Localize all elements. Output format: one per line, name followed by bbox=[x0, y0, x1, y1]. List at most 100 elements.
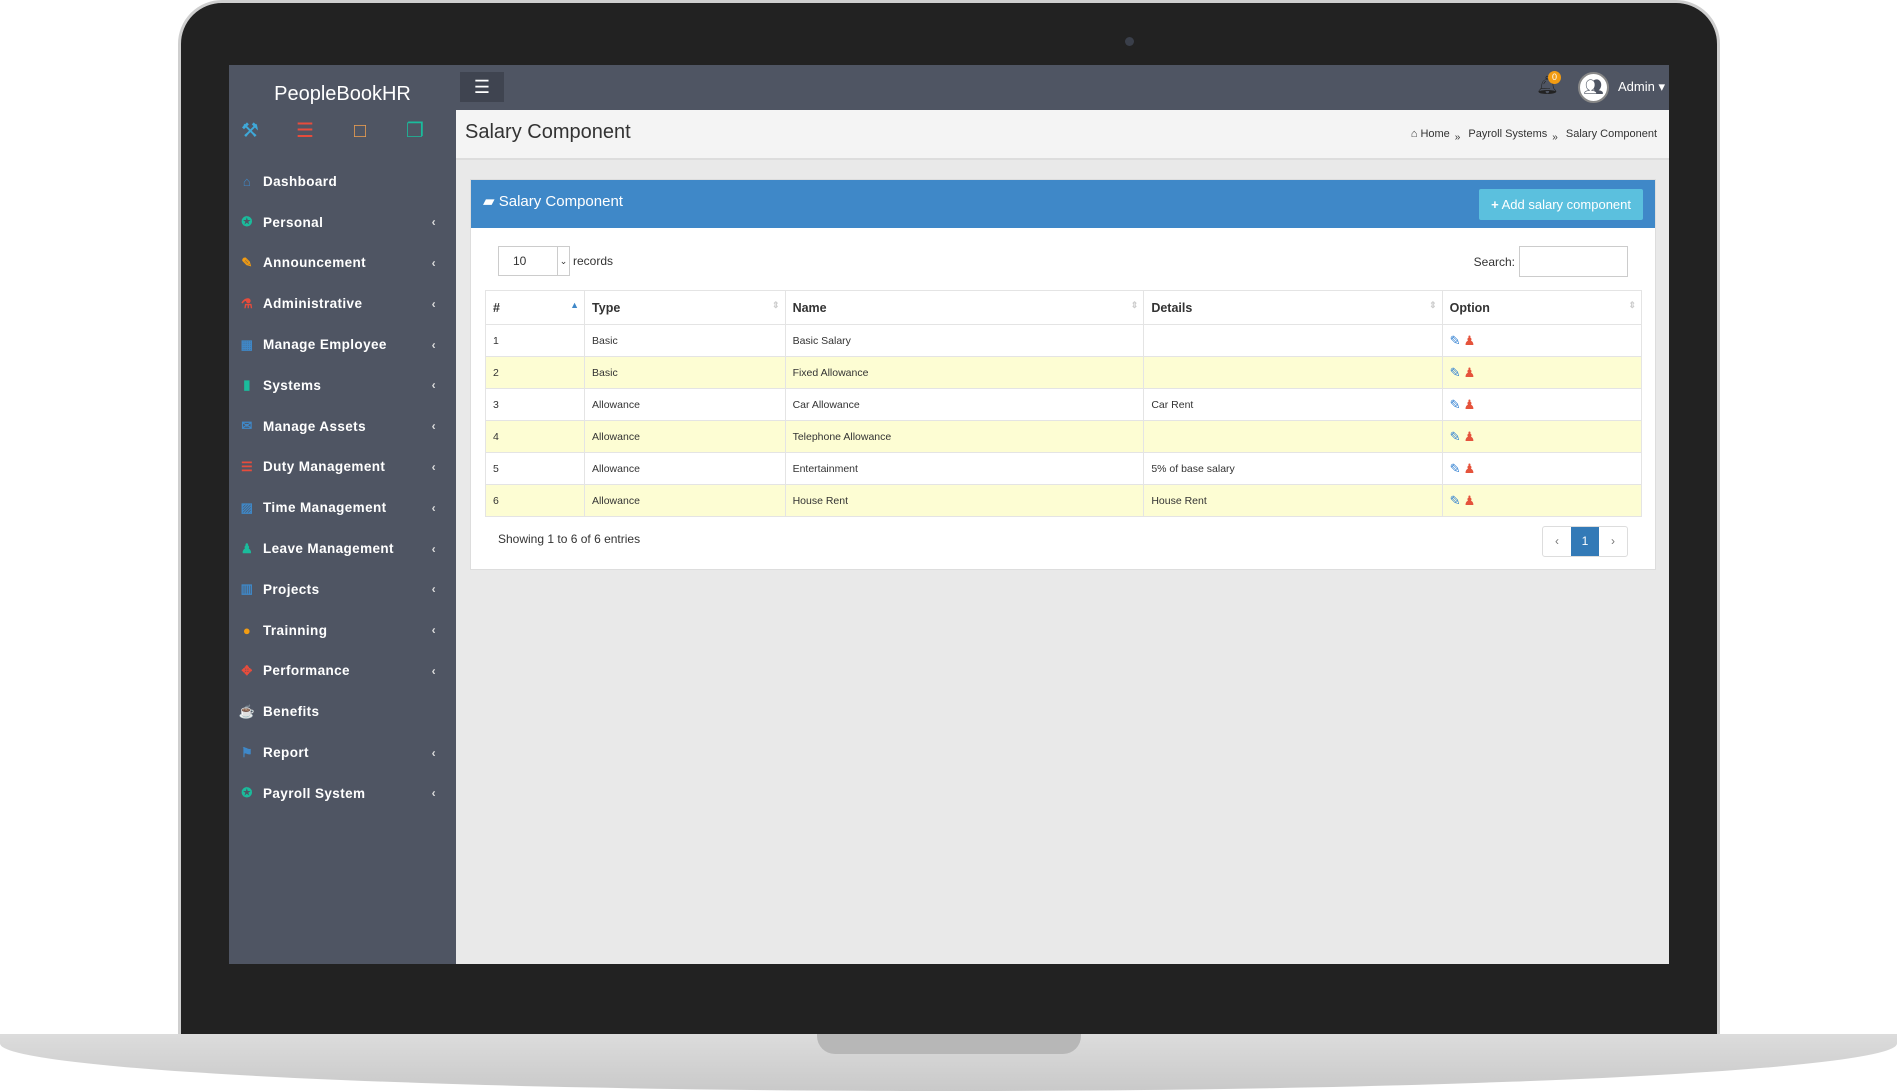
home-icon: ⌂ bbox=[1410, 128, 1418, 140]
column-label: Option bbox=[1449, 300, 1490, 315]
table-info: Showing 1 to 6 of 6 entries bbox=[498, 532, 641, 546]
flag-icon: ⚑ bbox=[240, 744, 254, 760]
delete-user-icon[interactable]: ♟ bbox=[1464, 493, 1476, 508]
sort-icon: ▲ bbox=[570, 300, 580, 310]
search-input[interactable] bbox=[1519, 246, 1628, 277]
edit-icon[interactable]: ✎ bbox=[1450, 429, 1461, 444]
sidebar-item-administrative[interactable]: ⚗ Administrative ‹ bbox=[229, 283, 456, 324]
sidebar-item-label: Announcement bbox=[263, 255, 367, 271]
chevron-left-icon: ‹ bbox=[431, 378, 436, 393]
delete-user-icon[interactable]: ♟ bbox=[1464, 333, 1476, 348]
column-header-type[interactable]: Type ⇕ bbox=[584, 290, 786, 325]
column-header-name[interactable]: Name ⇕ bbox=[784, 290, 1145, 325]
menu-toggle-button[interactable]: ☰ bbox=[460, 72, 504, 102]
sidebar-item-announcement[interactable]: ✎ Announcement ‹ bbox=[229, 243, 456, 284]
breadcrumb-home[interactable]: Home bbox=[1420, 128, 1449, 140]
group-icon: ♟ bbox=[240, 540, 254, 556]
edit-icon[interactable]: ✎ bbox=[1450, 365, 1461, 380]
table-row: 3 Allowance Car Allowance Car Rent ✎ ♟ bbox=[484, 388, 1643, 421]
table-row: 1 Basic Basic Salary ✎ ♟ bbox=[484, 324, 1643, 357]
sidebar-item-personal[interactable]: ✪ Personal ‹ bbox=[229, 202, 456, 243]
cell-n: 2 bbox=[484, 356, 586, 389]
topbar: ☰ 🔔︎ 0 👥︎ Admin ▾ bbox=[456, 65, 1669, 110]
column-header-option[interactable]: Option ⇕ bbox=[1441, 290, 1643, 325]
pencil-icon: ✎ bbox=[241, 254, 253, 270]
sidebar-item-benefits[interactable]: ☕ Benefits bbox=[229, 691, 456, 732]
breadcrumb: ⌂ Home» Payroll Systems» Salary Componen… bbox=[1410, 128, 1657, 143]
column-header-number[interactable]: # ▲ bbox=[484, 290, 586, 325]
avatar[interactable]: 👥︎ bbox=[1578, 72, 1609, 103]
prev-page-button[interactable]: ‹ bbox=[1543, 527, 1571, 556]
picture-icon: ▨ bbox=[240, 499, 254, 515]
sidebar-item-duty-management[interactable]: ☰ Duty Management ‹ bbox=[229, 447, 456, 488]
sidebar-item-trainning[interactable]: ● Trainning ‹ bbox=[229, 610, 456, 651]
cell-details bbox=[1143, 420, 1443, 453]
screen: PeopleBookHR ⚒ ☰ □ ❐ ⌂ Dashboard ✪ Personal… bbox=[229, 65, 1669, 964]
delete-user-icon[interactable]: ♟ bbox=[1464, 429, 1476, 444]
next-page-button[interactable]: › bbox=[1599, 527, 1627, 556]
column-label: # bbox=[493, 300, 500, 315]
sidebar-item-label: Time Management bbox=[263, 500, 387, 516]
breadcrumb-current: Salary Component bbox=[1565, 128, 1657, 140]
chevron-left-icon: ‹ bbox=[431, 582, 436, 597]
chevron-left-icon: ‹ bbox=[431, 786, 436, 801]
sort-icon: ⇕ bbox=[1429, 300, 1437, 310]
page-1-button[interactable]: 1 bbox=[1571, 527, 1599, 556]
cell-option: ✎ ♟ bbox=[1441, 452, 1643, 485]
square-icon[interactable]: □ bbox=[349, 120, 371, 142]
cell-name: Entertainment bbox=[784, 452, 1145, 485]
delete-user-icon[interactable]: ♟ bbox=[1464, 397, 1476, 412]
sidebar-item-label: Payroll System bbox=[263, 785, 366, 801]
sidebar-item-report[interactable]: ⚑ Report ‹ bbox=[229, 732, 456, 773]
chevron-left-icon: ‹ bbox=[431, 215, 436, 230]
hammer-icon[interactable]: ⚒ bbox=[239, 120, 261, 142]
search: Search: bbox=[1474, 246, 1628, 277]
chevron-down-icon: ⌄ bbox=[557, 247, 569, 275]
sidebar-item-label: Trainning bbox=[263, 622, 328, 638]
sidebar-item-systems[interactable]: ▮ Systems ‹ bbox=[229, 365, 456, 406]
user-icon: ✪ bbox=[241, 214, 253, 230]
breadcrumb-payroll[interactable]: Payroll Systems bbox=[1468, 128, 1547, 140]
sidebar-tools: ⚒ ☰ □ ❐ bbox=[239, 120, 426, 142]
page-length-select[interactable]: 10 ⌄ bbox=[498, 246, 570, 276]
windows-icon[interactable]: ❐ bbox=[404, 120, 426, 142]
panel-title: Salary Component bbox=[498, 193, 623, 210]
sort-icon: ⇕ bbox=[772, 300, 780, 310]
envelope-icon: ✉ bbox=[241, 418, 253, 434]
chevron-left-icon: ‹ bbox=[431, 296, 436, 311]
chevron-left-icon: ‹ bbox=[431, 541, 436, 556]
cell-type: Allowance bbox=[584, 452, 786, 485]
sidebar-item-label: Systems bbox=[263, 377, 322, 393]
sidebar-item-manage-assets[interactable]: ✉ Manage Assets ‹ bbox=[229, 406, 456, 447]
edit-icon[interactable]: ✎ bbox=[1450, 397, 1461, 412]
sidebar-item-payroll-system[interactable]: ✪ Payroll System ‹ bbox=[229, 773, 456, 814]
salary-component-panel: ▰ Salary Component + Add salary componen… bbox=[470, 179, 1656, 570]
sidebar-item-manage-employee[interactable]: ▦ Manage Employee ‹ bbox=[229, 324, 456, 365]
edit-icon[interactable]: ✎ bbox=[1450, 461, 1461, 476]
sidebar-item-projects[interactable]: ▥ Projects ‹ bbox=[229, 569, 456, 610]
column-header-details[interactable]: Details ⇕ bbox=[1143, 290, 1443, 325]
sidebar-item-dashboard[interactable]: ⌂ Dashboard bbox=[229, 161, 456, 202]
edit-icon[interactable]: ✎ bbox=[1450, 333, 1461, 348]
edit-icon[interactable]: ✎ bbox=[1450, 493, 1461, 508]
coffee-icon: ☕ bbox=[238, 703, 256, 719]
chevron-left-icon: ‹ bbox=[431, 500, 436, 515]
sidebar-item-label: Dashboard bbox=[263, 173, 338, 189]
page-header: Salary Component ⌂ Home» Payroll Systems… bbox=[456, 110, 1669, 160]
add-salary-component-button[interactable]: + Add salary component bbox=[1479, 189, 1643, 220]
cell-details bbox=[1143, 324, 1443, 357]
delete-user-icon[interactable]: ♟ bbox=[1464, 461, 1476, 476]
chevron-left-icon: ‹ bbox=[431, 623, 436, 638]
delete-user-icon[interactable]: ♟ bbox=[1464, 365, 1476, 380]
user-menu[interactable]: Admin ▾ bbox=[1618, 79, 1665, 95]
sidebar-item-time-management[interactable]: ▨ Time Management ‹ bbox=[229, 487, 456, 528]
cell-type: Allowance bbox=[584, 484, 786, 517]
sidebar-item-label: Manage Employee bbox=[263, 337, 387, 353]
list-icon[interactable]: ☰ bbox=[294, 120, 316, 142]
search-label: Search: bbox=[1473, 254, 1515, 269]
sidebar-item-performance[interactable]: ✥ Performance ‹ bbox=[229, 651, 456, 692]
records-label: records bbox=[573, 254, 614, 268]
sidebar-item-leave-management[interactable]: ♟ Leave Management ‹ bbox=[229, 528, 456, 569]
sidebar-item-label: Administrative bbox=[263, 296, 363, 312]
home-icon: ⌂ bbox=[242, 173, 252, 189]
